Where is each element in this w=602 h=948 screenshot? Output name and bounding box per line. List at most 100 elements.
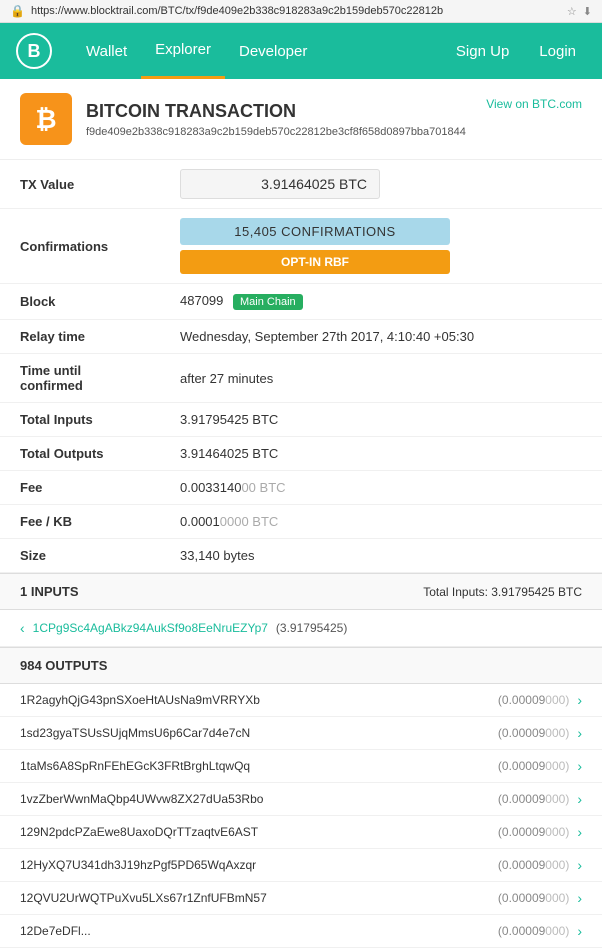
download-icon[interactable]: ⬇ (583, 5, 592, 18)
confirmations-box: 15,405 CONFIRMATIONS (180, 218, 450, 245)
output-row: 1sd23gyaTSUsSUjqMmsU6p6Car7d4e7cN (0.0000… (0, 717, 602, 750)
outputs-section-header: 984 OUTPUTS (0, 647, 602, 684)
btc-icon: ₿ (20, 93, 72, 145)
nav-wallet[interactable]: Wallet (72, 23, 141, 79)
fee-row: Fee 0.003314000 BTC (0, 471, 602, 505)
chevron-right-icon: › (577, 857, 582, 873)
output-value: (0.00009000) (498, 792, 569, 806)
output-value: (0.00009000) (498, 825, 569, 839)
input-address[interactable]: 1CPg9Sc4AgABkz94AukSf9o8EeNruEZYp7 (33, 621, 268, 635)
rbf-box: OPT-IN RBF (180, 250, 450, 274)
output-address[interactable]: 1vzZberWwnMaQbp4UWvw8ZX27dUa53Rbo (20, 792, 263, 806)
input-value: (3.91795425) (276, 621, 347, 635)
inputs-section-header: 1 INPUTS Total Inputs: 3.91795425 BTC (0, 573, 602, 610)
total-inputs-value: 3.91795425 BTC (160, 403, 602, 437)
outputs-count: 984 OUTPUTS (20, 658, 107, 673)
output-value: (0.00009000) (498, 726, 569, 740)
output-address[interactable]: 1sd23gyaTSUsSUjqMmsU6p6Car7d4e7cN (20, 726, 250, 740)
fee-label: Fee (0, 471, 160, 505)
output-value: (0.00009000) (498, 693, 569, 707)
fee-kb-label: Fee / KB (0, 505, 160, 539)
size-row: Size 33,140 bytes (0, 539, 602, 573)
block-cell: 487099 Main Chain (160, 284, 602, 320)
total-inputs-row: Total Inputs 3.91795425 BTC (0, 403, 602, 437)
lock-icon: 🔒 (10, 4, 25, 18)
tx-value-cell: 3.91464025 BTC (160, 160, 602, 209)
total-outputs-value: 3.91464025 BTC (160, 437, 602, 471)
confirmations-label: Confirmations (0, 209, 160, 284)
output-value: (0.00009000) (498, 759, 569, 773)
output-address[interactable]: 12De7eDFl... (20, 924, 91, 938)
url-actions: ☆ ⬇ (567, 5, 592, 18)
input-item: ‹ 1CPg9Sc4AgABkz94AukSf9o8EeNruEZYp7 (3.… (0, 610, 602, 647)
login-button[interactable]: Login (529, 43, 586, 60)
tx-title-block: BITCOIN TRANSACTION f9de409e2b338c918283… (86, 101, 466, 138)
fee-value: 0.003314000 BTC (160, 471, 602, 505)
output-row: 12QVU2UrWQTPuXvu5LXs67r1ZnfUFBmN57 (0.000… (0, 882, 602, 915)
total-outputs-label: Total Outputs (0, 437, 160, 471)
fee-kb-value: 0.00010000 BTC (160, 505, 602, 539)
output-row: 1R2agyhQjG43pnSXoeHtAUsNa9mVRRYXb (0.0000… (0, 684, 602, 717)
inputs-total: Total Inputs: 3.91795425 BTC (423, 585, 582, 599)
output-value: (0.00009000) (498, 891, 569, 905)
transaction-header: ₿ BITCOIN TRANSACTION f9de409e2b338c9182… (0, 79, 602, 160)
size-label: Size (0, 539, 160, 573)
nav-explorer[interactable]: Explorer (141, 23, 225, 79)
time-confirmed-row: Time until confirmed after 27 minutes (0, 354, 602, 403)
output-row: 12De7eDFl... (0.00009000) › (0, 915, 602, 948)
output-row: 1taMs6A8SpRnFEhEGcK3FRtBrghLtqwQq (0.0000… (0, 750, 602, 783)
tx-details-table: TX Value 3.91464025 BTC Confirmations 15… (0, 160, 602, 573)
chevron-right-icon: › (577, 923, 582, 939)
chevron-right-icon: › (577, 890, 582, 906)
block-label: Block (0, 284, 160, 320)
inputs-count: 1 INPUTS (20, 584, 79, 599)
tx-value-label: TX Value (0, 160, 160, 209)
confirmations-row: Confirmations 15,405 CONFIRMATIONS OPT-I… (0, 209, 602, 284)
url-bar: 🔒 https://www.blocktrail.com/BTC/tx/f9de… (0, 0, 602, 23)
output-address[interactable]: 12QVU2UrWQTPuXvu5LXs67r1ZnfUFBmN57 (20, 891, 267, 905)
site-logo[interactable]: B (16, 33, 52, 69)
tx-title: BITCOIN TRANSACTION (86, 101, 466, 122)
chevron-right-icon: › (577, 758, 582, 774)
total-inputs-label: Total Inputs (0, 403, 160, 437)
time-confirmed-value: after 27 minutes (160, 354, 602, 403)
output-value: (0.00009000) (498, 858, 569, 872)
star-icon[interactable]: ☆ (567, 5, 577, 18)
url-text: https://www.blocktrail.com/BTC/tx/f9de40… (31, 5, 561, 17)
output-address[interactable]: 129N2pdcPZaEwe8UaxoDQrTTzaqtvE6AST (20, 825, 258, 839)
chevron-right-icon: › (577, 725, 582, 741)
output-address[interactable]: 1R2agyhQjG43pnSXoeHtAUsNa9mVRRYXb (20, 693, 260, 707)
fee-kb-row: Fee / KB 0.00010000 BTC (0, 505, 602, 539)
chevron-left-icon: ‹ (20, 620, 25, 636)
block-number: 487099 (180, 293, 223, 308)
inputs-list: ‹ 1CPg9Sc4AgABkz94AukSf9o8EeNruEZYp7 (3.… (0, 610, 602, 647)
output-row: 129N2pdcPZaEwe8UaxoDQrTTzaqtvE6AST (0.000… (0, 816, 602, 849)
nav-links: Wallet Explorer Developer (72, 23, 446, 79)
chevron-right-icon: › (577, 692, 582, 708)
block-row: Block 487099 Main Chain (0, 284, 602, 320)
outputs-list: 1R2agyhQjG43pnSXoeHtAUsNa9mVRRYXb (0.0000… (0, 684, 602, 948)
output-address[interactable]: 12HyXQ7U341dh3J19hzPgf5PD65WqAxzqr (20, 858, 256, 872)
output-address[interactable]: 1taMs6A8SpRnFEhEGcK3FRtBrghLtqwQq (20, 759, 250, 773)
signup-button[interactable]: Sign Up (446, 43, 519, 60)
tx-hash: f9de409e2b338c918283a9c2b159deb570c22812… (86, 126, 466, 138)
view-on-btc-link[interactable]: View on BTC.com (486, 93, 582, 111)
total-outputs-row: Total Outputs 3.91464025 BTC (0, 437, 602, 471)
tx-value-row: TX Value 3.91464025 BTC (0, 160, 602, 209)
chevron-right-icon: › (577, 791, 582, 807)
size-value: 33,140 bytes (160, 539, 602, 573)
relay-time-label: Relay time (0, 320, 160, 354)
nav-developer[interactable]: Developer (225, 23, 321, 79)
chevron-right-icon: › (577, 824, 582, 840)
nav-right: Sign Up Login (446, 43, 586, 60)
output-row: 1vzZberWwnMaQbp4UWvw8ZX27dUa53Rbo (0.0000… (0, 783, 602, 816)
time-confirmed-label: Time until confirmed (0, 354, 160, 403)
output-row: 12HyXQ7U341dh3J19hzPgf5PD65WqAxzqr (0.000… (0, 849, 602, 882)
block-badge: Main Chain (233, 294, 303, 310)
output-value: (0.00009000) (498, 924, 569, 938)
fee-muted: 00 BTC (241, 480, 285, 495)
tx-value-box: 3.91464025 BTC (180, 169, 380, 199)
relay-time-row: Relay time Wednesday, September 27th 201… (0, 320, 602, 354)
confirmations-cell: 15,405 CONFIRMATIONS OPT-IN RBF (160, 209, 602, 284)
fee-kb-muted: 0000 BTC (220, 514, 279, 529)
